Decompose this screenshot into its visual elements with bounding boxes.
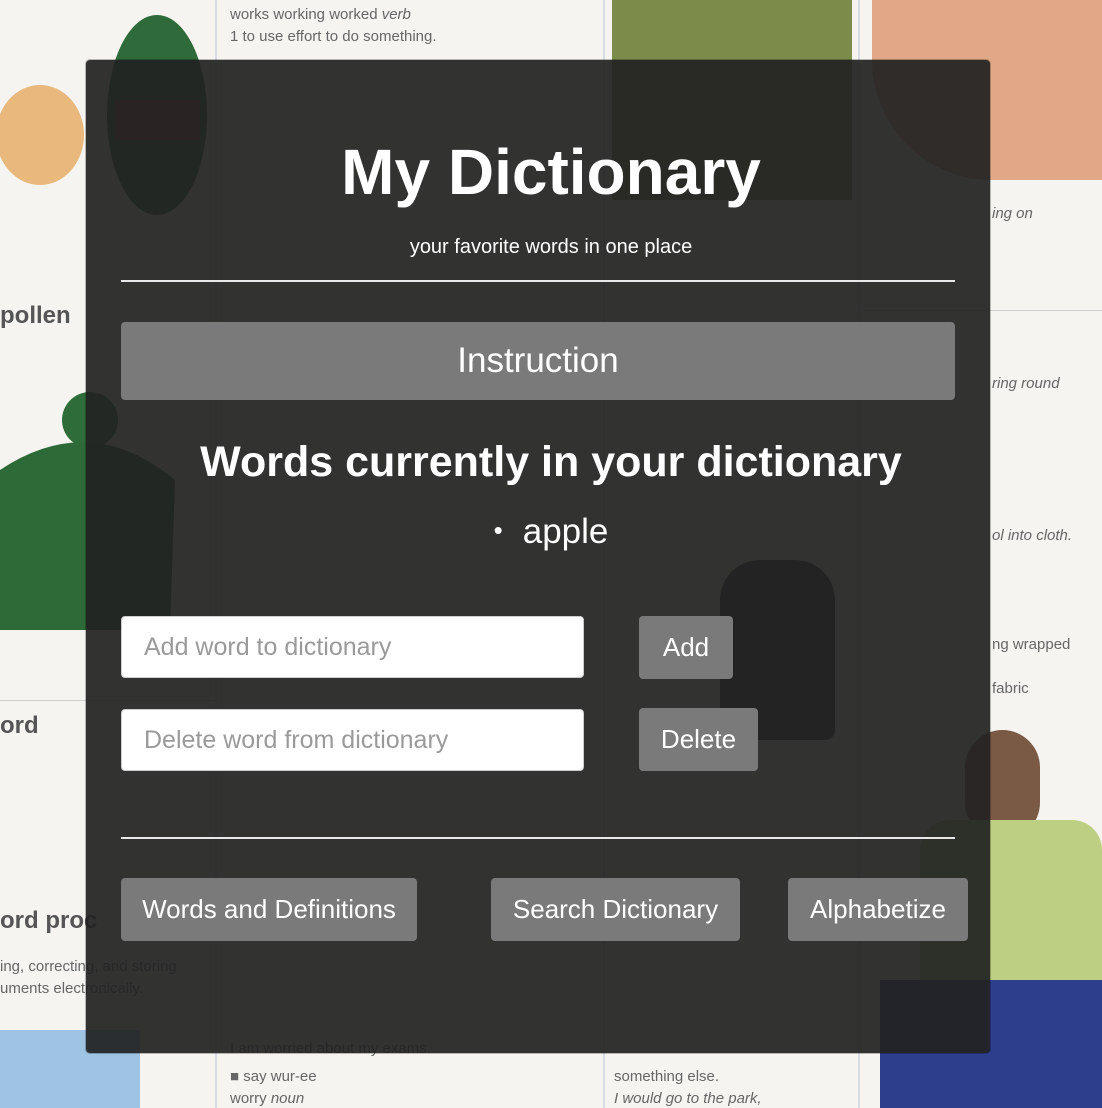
header-divider (121, 280, 955, 282)
add-button[interactable]: Add (639, 616, 733, 679)
actions-divider (121, 837, 955, 839)
words-heading: Words currently in your dictionary (200, 438, 902, 486)
word-list: apple (0, 510, 1102, 556)
search-dictionary-button[interactable]: Search Dictionary (491, 878, 740, 941)
delete-button[interactable]: Delete (639, 708, 758, 771)
app-subtitle: your favorite words in one place (409, 236, 693, 258)
add-word-input[interactable] (121, 616, 584, 678)
app-title: My Dictionary (341, 136, 761, 208)
words-and-definitions-button[interactable]: Words and Definitions (121, 878, 417, 941)
instruction-button[interactable]: Instruction (121, 322, 955, 400)
delete-word-input[interactable] (121, 709, 584, 771)
list-item: apple (0, 510, 1102, 556)
alphabetize-button[interactable]: Alphabetize (788, 878, 968, 941)
